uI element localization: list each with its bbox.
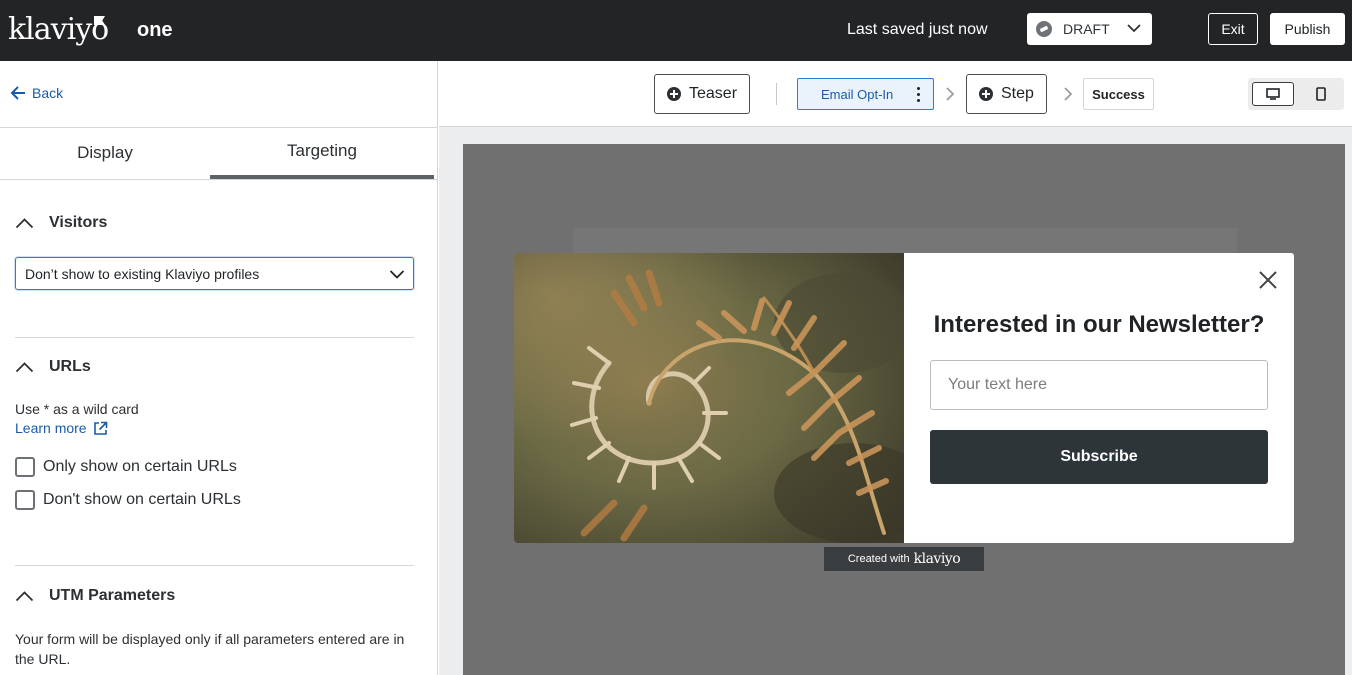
klaviyo-logo: klaviyo [8,12,109,47]
popup-title: Interested in our Newsletter? [933,311,1265,338]
save-status: Last saved just now [847,21,988,38]
plus-circle-icon [979,87,993,101]
badge-prefix: Created with [847,553,910,565]
desktop-view-button[interactable] [1252,82,1294,106]
chevron-right-icon [946,87,955,101]
visitors-select[interactable]: Don’t show to existing Klaviyo profiles [15,257,414,290]
teaser-label: Teaser [689,85,738,102]
plus-circle-icon [667,87,681,101]
utm-title: UTM Parameters [49,587,176,604]
only-certain-urls-checkbox[interactable]: Only show on certain URLs [15,457,237,477]
more-vertical-icon[interactable] [917,87,921,102]
exit-button[interactable]: Exit [1208,13,1258,45]
not-certain-urls-checkbox[interactable]: Don't show on certain URLs [15,490,241,510]
site-preview: Interested in our Newsletter? Your text … [463,144,1345,675]
step-success[interactable]: Success [1083,78,1154,110]
created-with-badge[interactable]: Created with klaviyo [824,547,984,571]
chevron-right-icon [1064,87,1073,101]
status-dropdown[interactable]: DRAFT [1027,13,1152,45]
tab-targeting[interactable]: Targeting [210,127,434,179]
email-opt-in-label: Email Opt-In [821,86,894,102]
add-step-button[interactable]: Step [966,74,1047,114]
fern-image [514,253,904,543]
chevron-up-icon [15,591,34,602]
urls-title: URLs [49,358,91,375]
top-bar: klaviyo one Last saved just now DRAFT Ex… [0,0,1352,61]
back-label: Back [32,85,64,101]
chevron-down-icon [1127,24,1141,33]
add-teaser-button[interactable]: Teaser [654,74,751,114]
status-label: DRAFT [1063,21,1110,37]
wildcard-hint: Use * as a wild card [15,401,139,417]
popup-text-input[interactable]: Your text here [930,360,1268,410]
checkbox-label: Don't show on certain URLs [43,491,241,508]
chevron-down-icon [389,270,405,279]
divider [15,337,414,338]
utm-section-toggle[interactable]: UTM Parameters [15,587,175,605]
device-toggle [1248,78,1344,110]
visitors-section-toggle[interactable]: Visitors [15,214,107,232]
divider [776,83,777,105]
tab-display[interactable]: Display [0,127,210,179]
learn-more-link[interactable]: Learn more [15,420,108,436]
divider [15,565,414,566]
urls-section-toggle[interactable]: URLs [15,358,91,376]
publish-button[interactable]: Publish [1270,13,1345,45]
back-arrow-icon [10,86,25,100]
external-link-icon [93,421,107,435]
checkbox-box [15,457,35,477]
close-icon[interactable] [1256,268,1280,292]
form-name[interactable]: one [137,19,173,42]
chevron-up-icon [15,362,34,373]
preview-canvas: Interested in our Newsletter? Your text … [439,127,1352,675]
desktop-icon [1266,88,1280,100]
steps-bar: Teaser Email Opt-In Step Success [439,61,1352,127]
popup-form[interactable]: Interested in our Newsletter? Your text … [514,253,1294,543]
subscribe-button[interactable]: Subscribe [930,430,1268,484]
step-email-opt-in[interactable]: Email Opt-In [797,78,934,110]
chevron-up-icon [15,218,34,229]
visitors-select-value: Don’t show to existing Klaviyo profiles [25,265,260,282]
settings-panel: Back Display Targeting Visitors Don’t sh… [0,61,438,675]
back-link[interactable]: Back [10,85,63,101]
mobile-icon [1316,87,1326,101]
mobile-view-button[interactable] [1302,82,1340,106]
badge-brand: klaviyo [913,551,961,567]
visitors-title: Visitors [49,214,108,231]
status-icon [1036,21,1052,37]
checkbox-label: Only show on certain URLs [43,458,237,475]
utm-description: Your form will be displayed only if all … [15,631,405,667]
divider [0,179,437,180]
learn-more-label: Learn more [15,420,87,436]
step-label: Step [1001,85,1034,102]
checkbox-box [15,490,35,510]
